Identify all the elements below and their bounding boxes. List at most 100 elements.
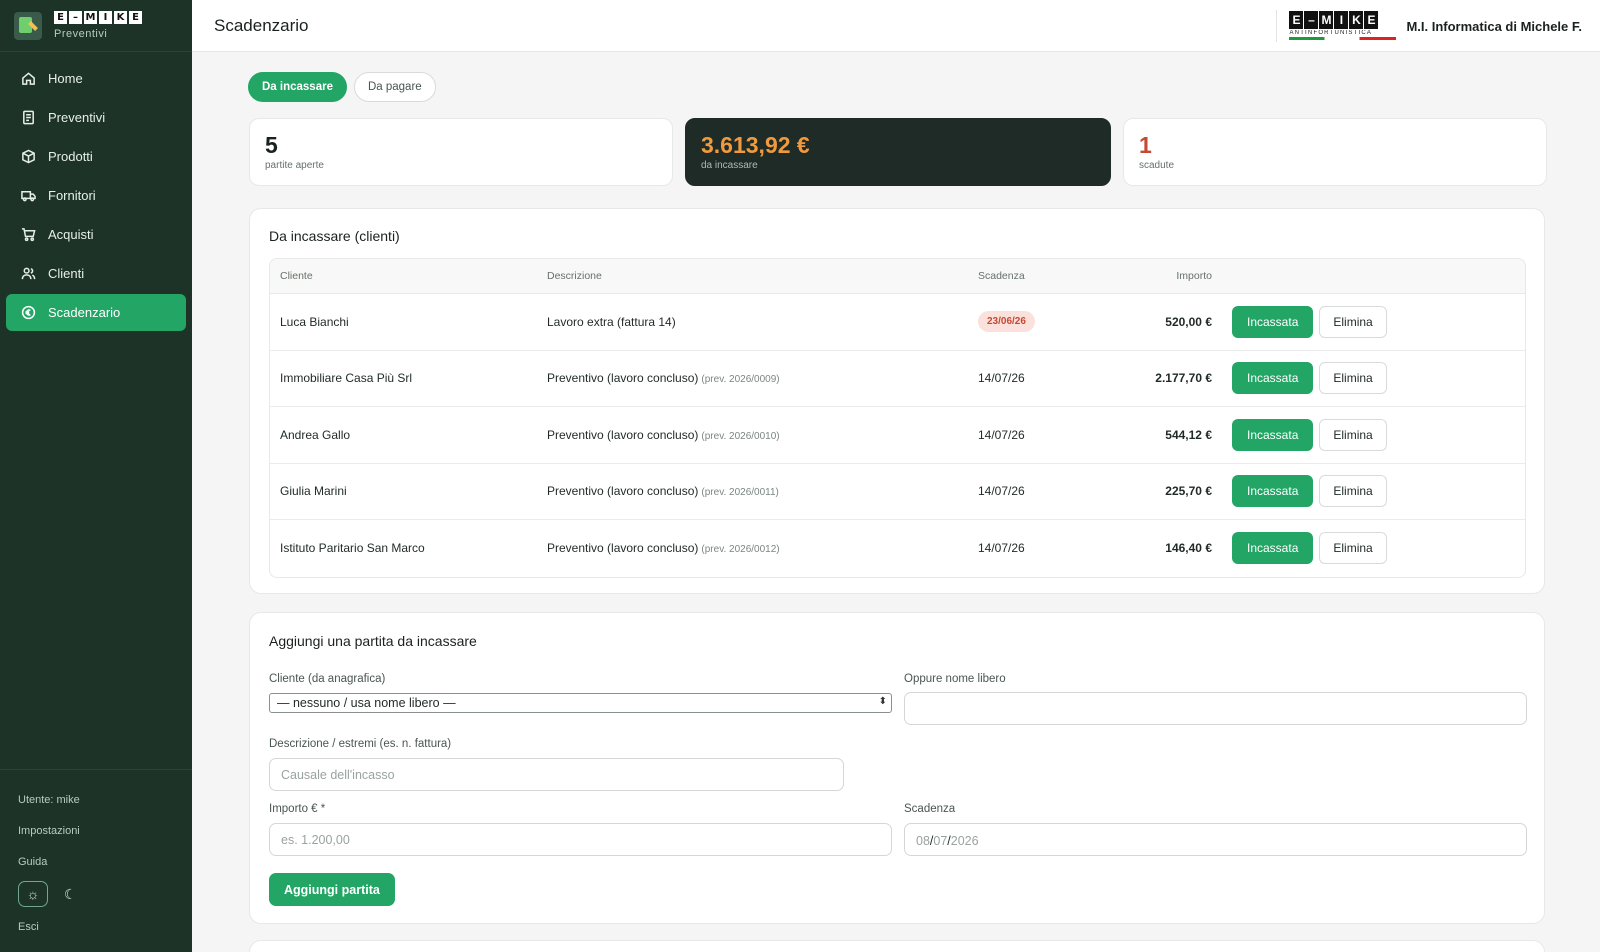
cart-icon <box>20 227 36 243</box>
cliente-select[interactable]: — nessuno / usa nome libero — ⬍ <box>269 693 892 713</box>
sidebar-item-scadenzario[interactable]: Scadenzario <box>6 294 186 331</box>
cell-descrizione: Preventivo (lavoro concluso) (prev. 2026/… <box>547 427 780 442</box>
incassata-button[interactable]: Incassata <box>1232 475 1314 508</box>
scadenza-date-input[interactable]: 08/07/2026 <box>904 823 1527 856</box>
company-name: M.I. Informatica di Michele F. <box>1406 18 1582 34</box>
overdue-badge: 23/06/26 <box>978 311 1035 333</box>
receivables-card: Da incassare (clienti) Cliente Descrizio… <box>249 208 1545 594</box>
brand[interactable]: E – M I K E Preventivi <box>0 0 192 52</box>
company-logo: E – M I K E ANTINFORTUNISTICA <box>1289 11 1397 41</box>
nome-libero-label: Oppure nome libero <box>904 673 1006 685</box>
logout-link[interactable]: Esci <box>18 911 174 942</box>
cell-importo: 2.177,70 € <box>1155 371 1212 386</box>
top-header: Scadenzario E – M I K E ANTINFORTUNISTICA M.I… <box>192 0 1600 52</box>
cell-importo: 146,40 € <box>1165 541 1212 556</box>
stat-total-receivable: 3.613,92 € da incassare <box>685 118 1111 186</box>
home-icon <box>20 71 36 87</box>
sun-icon[interactable]: ☼ <box>18 881 48 907</box>
add-receivable-card: Aggiungi una partita da incassare Client… <box>249 612 1545 924</box>
elimina-button[interactable]: Elimina <box>1319 305 1387 338</box>
sidebar-item-label: Prodotti <box>48 149 93 164</box>
sidebar-item-label: Preventivi <box>48 110 106 125</box>
cell-cliente: Istituto Paritario San Marco <box>280 541 425 556</box>
table-row: Giulia Marini Preventivo (lavoro conclus… <box>270 464 1525 520</box>
stat-open-items: 5 partite aperte <box>249 118 673 186</box>
receivables-table: Cliente Descrizione Scadenza Importo Luc… <box>269 258 1526 578</box>
cell-descrizione: Preventivo (lavoro concluso) (prev. 2026/… <box>547 371 780 386</box>
cell-scadenza: 14/07/26 <box>978 427 1025 442</box>
cell-cliente: Luca Bianchi <box>280 314 349 329</box>
sidebar-item-prodotti[interactable]: Prodotti <box>6 138 186 175</box>
nome-libero-input[interactable] <box>904 692 1527 725</box>
cell-scadenza: 14/07/26 <box>978 541 1025 556</box>
column-header-importo: Importo <box>1176 270 1212 282</box>
tab-bar: Da incassare Da pagare <box>248 72 436 102</box>
cliente-label: Cliente (da anagrafica) <box>269 673 386 685</box>
table-row: Immobiliare Casa Più Srl Preventivo (lav… <box>270 351 1525 407</box>
tab-da-incassare[interactable]: Da incassare <box>248 72 347 102</box>
incassata-button[interactable]: Incassata <box>1232 362 1314 395</box>
incassata-button[interactable]: Incassata <box>1232 418 1314 451</box>
importo-label: Importo € * <box>269 803 326 815</box>
cell-cliente: Immobiliare Casa Più Srl <box>280 371 413 386</box>
sidebar-item-label: Acquisti <box>48 227 94 242</box>
sidebar-item-home[interactable]: Home <box>6 60 186 97</box>
incassata-button[interactable]: Incassata <box>1232 305 1314 338</box>
stat-label: da incassare <box>701 160 758 171</box>
sidebar-footer: Utente: mike Impostazioni Guida ☼ ☾ Esci <box>0 769 192 952</box>
stats-row: 5 partite aperte 3.613,92 € da incassare… <box>249 118 1547 186</box>
cell-descrizione: Preventivo (lavoro concluso) (prev. 2026/… <box>547 484 779 499</box>
elimina-button[interactable]: Elimina <box>1319 418 1387 451</box>
table-header: Cliente Descrizione Scadenza Importo <box>270 259 1525 294</box>
sidebar-item-acquisti[interactable]: Acquisti <box>6 216 186 253</box>
main-content: Da incassare Da pagare 5 partite aperte … <box>192 52 1600 952</box>
incassata-button[interactable]: Incassata <box>1232 532 1314 565</box>
stat-value: 3.613,92 € <box>701 132 810 158</box>
table-row: Istituto Paritario San Marco Preventivo … <box>270 520 1525 577</box>
user-label: Utente: mike <box>18 793 80 806</box>
scadenza-label: Scadenza <box>904 803 956 815</box>
column-header-descrizione: Descrizione <box>547 270 602 282</box>
cell-scadenza: 14/07/26 <box>978 371 1025 386</box>
theme-switcher: ☼ ☾ <box>18 877 174 911</box>
sidebar-item-preventivi[interactable]: Preventivi <box>6 99 186 136</box>
stat-overdue: 1 scadute <box>1123 118 1547 186</box>
sidebar-item-clienti[interactable]: Clienti <box>6 255 186 292</box>
chevron-updown-icon: ⬍ <box>878 696 887 707</box>
descrizione-label: Descrizione / estremi (es. n. fattura) <box>269 738 452 750</box>
tab-da-pagare[interactable]: Da pagare <box>353 72 436 102</box>
moon-icon[interactable]: ☾ <box>64 886 77 903</box>
table-row: Luca Bianchi Lavoro extra (fattura 14) 2… <box>270 294 1525 351</box>
settings-link[interactable]: Impostazioni <box>18 815 174 846</box>
column-header-cliente: Cliente <box>280 270 313 282</box>
sidebar-nav: Home Preventivi Prodotti Fornitori Acqui… <box>0 60 192 331</box>
table-row: Andrea Gallo Preventivo (lavoro concluso… <box>270 407 1525 464</box>
document-icon <box>20 110 36 126</box>
stat-label: scadute <box>1139 160 1175 171</box>
cell-importo: 225,70 € <box>1165 484 1212 499</box>
card-title: Da incassare (clienti) <box>269 228 400 244</box>
cell-cliente: Andrea Gallo <box>280 427 351 442</box>
brand-subtitle: Preventivi <box>54 28 108 40</box>
stat-label: partite aperte <box>265 160 324 171</box>
header-divider <box>1276 10 1278 42</box>
cell-scadenza: 14/07/26 <box>978 484 1025 499</box>
descrizione-input[interactable]: Causale dell'incasso <box>269 758 844 791</box>
add-partita-button[interactable]: Aggiungi partita <box>269 873 395 906</box>
truck-icon <box>20 188 36 204</box>
box-icon <box>20 149 36 165</box>
elimina-button[interactable]: Elimina <box>1319 362 1387 395</box>
cell-descrizione: Preventivo (lavoro concluso) (prev. 2026/… <box>547 541 780 556</box>
sidebar-item-fornitori[interactable]: Fornitori <box>6 177 186 214</box>
elimina-button[interactable]: Elimina <box>1319 475 1387 508</box>
sidebar-item-label: Clienti <box>48 266 85 281</box>
importo-input[interactable]: es. 1.200,00 <box>269 823 892 856</box>
card-title: Aggiungi una partita da incassare <box>269 633 477 649</box>
cell-importo: 520,00 € <box>1165 314 1212 329</box>
stat-value: 5 <box>265 132 278 158</box>
stat-value: 1 <box>1139 132 1152 158</box>
brand-wordmark: E – M I K E <box>54 11 142 24</box>
guide-link[interactable]: Guida <box>18 846 174 877</box>
elimina-button[interactable]: Elimina <box>1319 532 1387 565</box>
sidebar: E – M I K E Preventivi Home Preventivi Prodot… <box>0 0 192 952</box>
